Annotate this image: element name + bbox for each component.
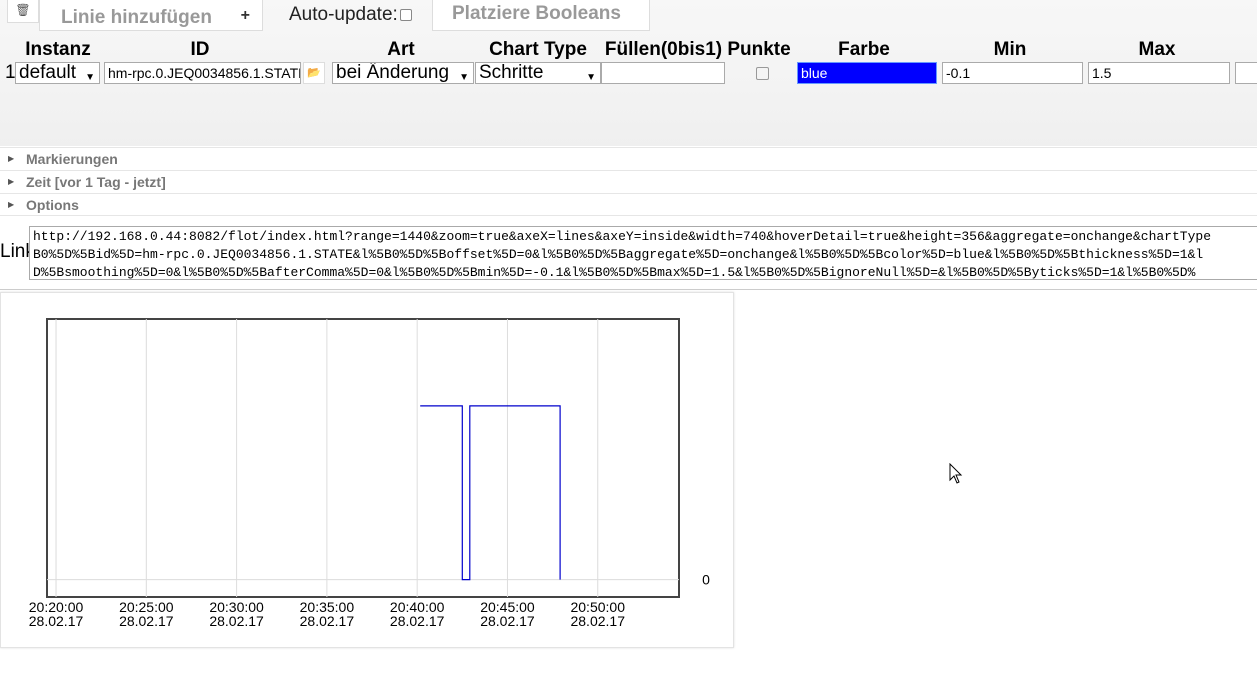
accordion-markings[interactable]: ▶ Markierungen (0, 147, 1257, 170)
min-value: -0.1 (946, 65, 971, 81)
x-tick-label: 28.02.17 (29, 613, 84, 629)
delete-line-button[interactable]: 🗑 (7, 0, 39, 23)
dropdown-arrow-icon: ▼ (586, 72, 596, 83)
divider (0, 289, 1257, 290)
color-value: blue (801, 65, 828, 81)
folder-open-icon: 📂 (307, 67, 321, 79)
row-number: 1 (5, 62, 16, 83)
column-header-chart-type: Chart Type (489, 39, 587, 60)
accordion-options-label: Options (26, 197, 79, 213)
caret-right-icon: ▶ (8, 154, 15, 163)
min-input[interactable]: -0.1 (942, 62, 1083, 84)
chart-type-value: Schritte (479, 62, 544, 83)
accordion-time[interactable]: ▶ Zeit [vor 1 Tag - jetzt] (0, 170, 1257, 193)
link-line: http://192.168.0.44:8082/flot/index.html… (33, 229, 1211, 244)
mouse-cursor-icon (949, 463, 963, 484)
color-input[interactable]: blue (797, 62, 937, 84)
plot-area (46, 318, 680, 598)
plus-icon: + (240, 7, 250, 24)
place-booleans-tab[interactable]: Platziere Booleans (432, 0, 650, 31)
auto-update-control: Auto-update: (289, 4, 412, 26)
divider (0, 215, 1257, 216)
column-header-min: Min (993, 39, 1027, 60)
y-tick-label: 0 (702, 572, 710, 588)
max-input[interactable]: 1.5 (1088, 62, 1230, 84)
aggregate-select[interactable]: bei Änderung ▼ (332, 62, 474, 84)
column-header-points: Punkte (727, 39, 791, 60)
accordion-options[interactable]: ▶ Options (0, 193, 1257, 216)
max-value: 1.5 (1092, 65, 1112, 81)
dropdown-arrow-icon: ▼ (459, 72, 469, 83)
auto-update-checkbox[interactable] (399, 8, 412, 21)
x-tick-label: 28.02.17 (570, 613, 625, 629)
caret-right-icon: ▶ (8, 200, 15, 209)
column-header-art: Art (387, 39, 415, 60)
x-tick-label: 28.02.17 (119, 613, 174, 629)
id-value: hm-rpc.0.JEQ0034856.1.STATE (108, 65, 301, 81)
dropdown-arrow-icon: ▼ (85, 72, 95, 83)
x-tick-label: 28.02.17 (209, 613, 264, 629)
x-tick-label: 28.02.17 (480, 613, 535, 629)
points-checkbox[interactable] (756, 67, 769, 80)
accordion-time-label: Zeit [vor 1 Tag - jetzt] (26, 174, 166, 190)
x-tick-label: 28.02.17 (390, 613, 445, 629)
add-line-label: Linie hinzufügen (61, 7, 212, 28)
link-line: D%5Bsmoothing%5D=0&l%5B0%5D%5BafterComma… (33, 265, 1196, 280)
place-booleans-label: Platziere Booleans (452, 3, 621, 24)
column-header-instanz: Instanz (25, 39, 91, 60)
id-field[interactable]: hm-rpc.0.JEQ0034856.1.STATE (104, 62, 301, 84)
column-header-max: Max (1138, 39, 1176, 60)
chart-type-select[interactable]: Schritte ▼ (475, 62, 601, 84)
column-header-color: Farbe (838, 39, 890, 60)
trash-icon: 🗑 (15, 3, 31, 17)
instance-select[interactable]: default ▼ (15, 62, 100, 84)
auto-update-label: Auto-update: (289, 4, 398, 25)
add-line-tab[interactable]: Linie hinzufügen + (39, 0, 263, 31)
column-header-id: ID (190, 39, 210, 60)
next-column-input[interactable] (1235, 62, 1257, 84)
link-textarea[interactable]: http://192.168.0.44:8082/flot/index.html… (29, 226, 1257, 280)
aggregate-value: bei Änderung (336, 62, 450, 83)
instance-value: default (19, 62, 77, 83)
x-tick-label: 28.02.17 (300, 613, 355, 629)
link-line: B0%5D%5Bid%5D=hm-rpc.0.JEQ0034856.1.STAT… (33, 247, 1204, 262)
caret-right-icon: ▶ (8, 177, 15, 186)
fill-input[interactable] (601, 62, 725, 84)
select-id-button[interactable]: 📂 (303, 62, 325, 84)
chart-svg: 20:20:0028.02.1720:25:0028.02.1720:30:00… (29, 318, 710, 629)
accordion-markings-label: Markierungen (26, 151, 118, 167)
column-header-fill: Füllen(0bis1) (604, 39, 723, 60)
